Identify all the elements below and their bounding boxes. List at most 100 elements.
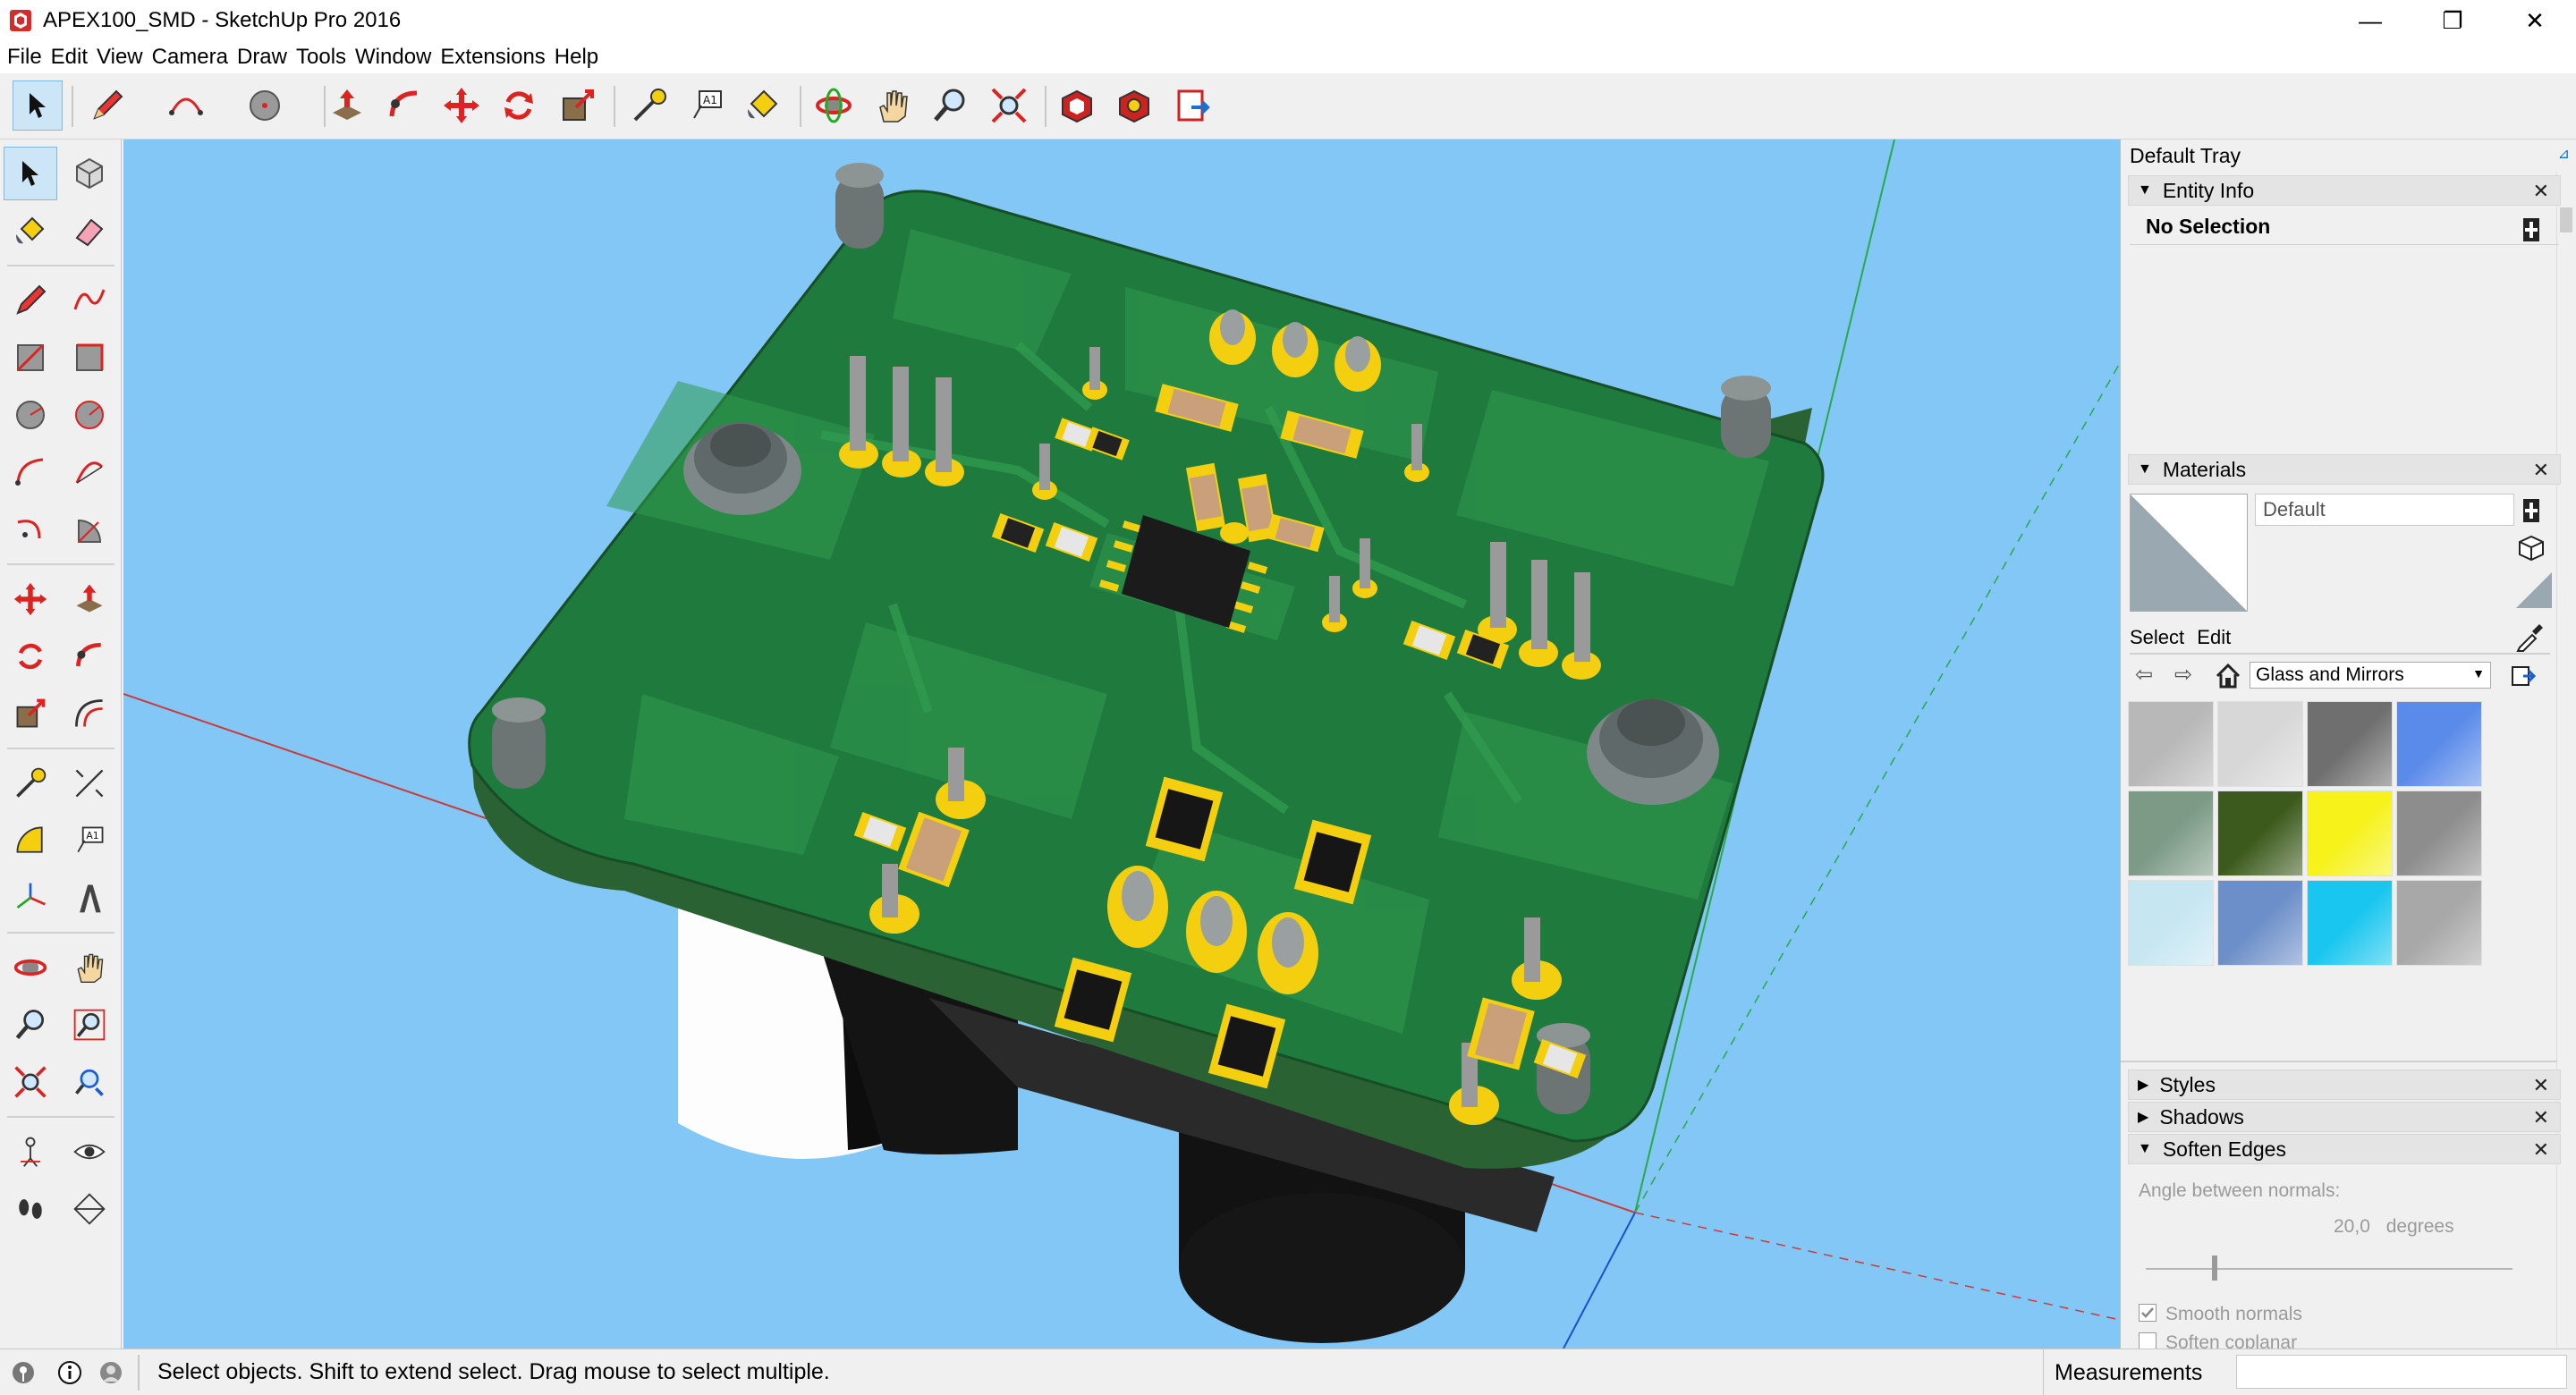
scale-tool-button[interactable] <box>553 80 603 131</box>
offset-button[interactable] <box>63 687 116 740</box>
angle-slider-thumb[interactable] <box>2211 1256 2217 1281</box>
left-rotate-button[interactable] <box>4 630 57 683</box>
polygon-button[interactable] <box>63 388 116 442</box>
menu-window[interactable]: Window <box>353 45 438 70</box>
paint-cube-icon[interactable] <box>2516 533 2546 563</box>
two-point-arc-button[interactable] <box>63 445 116 499</box>
soften-edges-panel-header[interactable]: ▼ Soften Edges ✕ <box>2128 1134 2561 1164</box>
menu-extensions[interactable]: Extensions <box>438 45 552 70</box>
menu-edit[interactable]: Edit <box>49 45 95 70</box>
previous-view-button[interactable] <box>63 1055 116 1109</box>
warehouse-button[interactable] <box>1052 80 1102 131</box>
left-orbit-button[interactable] <box>4 941 57 994</box>
three-point-arc-button[interactable] <box>4 503 57 556</box>
push-pull-button[interactable] <box>322 80 372 131</box>
follow-me-button[interactable] <box>379 80 429 131</box>
info-icon[interactable] <box>55 1358 84 1387</box>
back-arrow-icon[interactable]: ⇦ <box>2135 662 2160 687</box>
left-zoom-extents-button[interactable] <box>4 1055 57 1109</box>
material-swatch-glass-diamond-light-blue[interactable] <box>2128 880 2214 966</box>
text-tool-button[interactable]: A1 <box>682 80 732 131</box>
close-icon[interactable]: ✕ <box>2533 1106 2549 1129</box>
material-swatch-glass-corrugated-green[interactable] <box>2128 790 2214 876</box>
materials-tab-edit[interactable]: Edit <box>2197 626 2231 648</box>
left-push-pull-button[interactable] <box>63 572 116 626</box>
line-tool-button[interactable] <box>82 80 132 131</box>
close-icon[interactable]: ✕ <box>2533 1138 2549 1162</box>
zoom-tool-button[interactable] <box>925 80 975 131</box>
minimize-button[interactable]: — <box>2329 0 2411 41</box>
materials-panel-header[interactable]: ▼ Materials ✕ <box>2128 454 2561 485</box>
smooth-normals-checkbox[interactable] <box>2139 1304 2157 1322</box>
left-move-button[interactable] <box>4 572 57 626</box>
forward-arrow-icon[interactable]: ⇨ <box>2174 662 2199 687</box>
3d-text-button[interactable] <box>63 871 116 925</box>
select-tool-button[interactable] <box>13 80 63 131</box>
tray-scrollbar-thumb[interactable] <box>2560 207 2572 232</box>
zoom-window-button[interactable] <box>63 998 116 1052</box>
send-to-layout-button[interactable] <box>1168 80 1218 131</box>
make-component-button[interactable] <box>63 147 116 200</box>
look-around-button[interactable] <box>63 1125 116 1179</box>
entity-info-expand-icon[interactable] <box>2521 216 2541 243</box>
material-swatch-glass-frosted-noise[interactable] <box>2396 880 2482 966</box>
menu-view[interactable]: View <box>95 45 150 70</box>
tray-scrollbar[interactable] <box>2556 172 2576 1348</box>
close-icon[interactable]: ✕ <box>2533 459 2549 482</box>
close-icon[interactable]: ✕ <box>2533 180 2549 203</box>
restore-button[interactable]: ❐ <box>2411 0 2494 41</box>
left-text-button[interactable]: A1 <box>63 814 116 867</box>
entity-info-panel-header[interactable]: ▼ Entity Info ✕ <box>2128 175 2561 206</box>
menu-help[interactable]: Help <box>553 45 606 70</box>
dimension-button[interactable] <box>63 757 116 810</box>
material-swatch-glass-block[interactable] <box>2307 701 2393 787</box>
left-pan-button[interactable] <box>63 941 116 994</box>
shape-tool-button[interactable] <box>240 80 290 131</box>
left-paint-bucket-button[interactable] <box>4 204 57 258</box>
material-library-select[interactable]: Glass and Mirrors ▼ <box>2250 662 2491 689</box>
material-swatch-glass-grey-translucent[interactable] <box>2396 790 2482 876</box>
material-swatch-glass-yellow-translucent[interactable] <box>2307 790 2393 876</box>
material-swatch-glass-sky-reflection[interactable] <box>2217 880 2303 966</box>
home-icon[interactable] <box>2214 662 2242 690</box>
model-viewport[interactable] <box>123 140 2120 1348</box>
menu-camera[interactable]: Camera <box>150 45 235 70</box>
close-button[interactable]: ✕ <box>2494 0 2576 41</box>
material-swatch-glass-green-translucent[interactable] <box>2217 790 2303 876</box>
styles-panel-header[interactable]: ▶ Styles ✕ <box>2128 1070 2561 1100</box>
move-tool-button[interactable] <box>436 80 487 131</box>
pin-icon[interactable]: ⊿ <box>2558 145 2570 163</box>
pie-button[interactable] <box>63 503 116 556</box>
walk-button[interactable] <box>4 1182 57 1236</box>
user-account-icon[interactable] <box>97 1358 125 1387</box>
protractor-button[interactable] <box>4 814 57 867</box>
angle-slider-track[interactable] <box>2146 1256 2512 1281</box>
close-icon[interactable]: ✕ <box>2533 1074 2549 1097</box>
menu-draw[interactable]: Draw <box>235 45 294 70</box>
arc-tool-button[interactable] <box>161 80 211 131</box>
soften-coplanar-checkbox[interactable] <box>2139 1332 2157 1348</box>
details-arrow-icon[interactable] <box>2511 664 2537 689</box>
material-swatch-glass-silver-gradient[interactable] <box>2217 701 2303 787</box>
left-select-button[interactable] <box>4 147 57 200</box>
material-swatch-glass-grey-gradient[interactable] <box>2128 701 2214 787</box>
material-swatch-glass-cyan-translucent[interactable] <box>2307 880 2393 966</box>
create-material-icon[interactable] <box>2521 497 2541 524</box>
geo-location-icon[interactable] <box>9 1358 38 1387</box>
left-tape-measure-button[interactable] <box>4 757 57 810</box>
rotate-tool-button[interactable] <box>494 80 544 131</box>
extension-warehouse-button[interactable] <box>1109 80 1159 131</box>
menu-tools[interactable]: Tools <box>294 45 353 70</box>
eyedropper-icon[interactable] <box>2514 622 2545 653</box>
paint-bucket-button[interactable] <box>737 80 787 131</box>
material-name-field[interactable]: Default <box>2255 494 2514 526</box>
left-zoom-button[interactable] <box>4 998 57 1052</box>
position-camera-button[interactable] <box>4 1125 57 1179</box>
shadows-panel-header[interactable]: ▶ Shadows ✕ <box>2128 1102 2561 1132</box>
default-material-icon[interactable] <box>2516 572 2552 608</box>
left-scale-button[interactable] <box>4 687 57 740</box>
section-plane-button[interactable] <box>63 1182 116 1236</box>
rotated-rectangle-button[interactable] <box>63 331 116 385</box>
materials-tab-select[interactable]: Select <box>2130 626 2184 648</box>
left-line-button[interactable] <box>4 274 57 327</box>
